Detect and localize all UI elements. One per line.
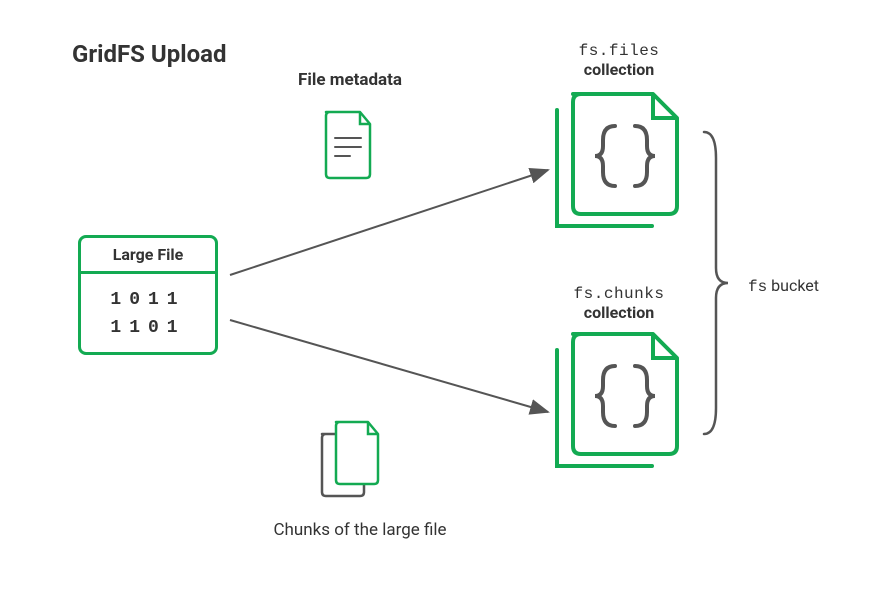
chunks-collection-icon [555,330,683,470]
bucket-brace-icon [702,128,730,438]
bucket-prefix: fs [748,278,767,296]
document-icon [320,110,376,180]
chunks-icon [318,420,384,500]
bucket-label: fs bucket [748,276,819,296]
bits-row-2: 1101 [110,319,185,337]
files-collection-name: fs.files [549,42,689,60]
chunks-collection-sub: collection [549,303,689,322]
files-collection-sub: collection [549,60,689,79]
metadata-label: File metadata [270,70,430,90]
large-file-body: 1011 1101 [81,274,215,354]
chunks-collection-label: fs.chunks collection [549,285,689,322]
large-file-box: Large File 1011 1101 [78,235,218,355]
bucket-word-text: bucket [771,276,819,295]
large-file-label: Large File [81,238,215,274]
files-collection-label: fs.files collection [549,42,689,79]
chunks-collection-name: fs.chunks [549,285,689,303]
bits-row-1: 1011 [110,291,185,309]
files-collection-icon [555,90,683,230]
diagram-title: GridFS Upload [72,40,227,68]
chunks-label: Chunks of the large file [255,520,465,540]
arrow-to-files [230,170,548,275]
diagram-canvas: GridFS Upload Large File 1011 1101 File … [0,0,886,599]
arrow-to-chunks [230,320,548,412]
